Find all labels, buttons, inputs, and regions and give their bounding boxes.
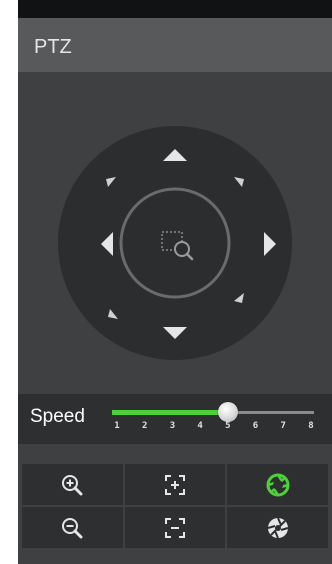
joystick-base bbox=[58, 126, 292, 360]
speed-tick: 3 bbox=[169, 421, 176, 431]
ptz-panel: PTZ Speed 1 2 3 4 5 6 7 8 bbox=[18, 0, 332, 564]
speed-tick: 8 bbox=[308, 421, 314, 431]
focus-near-icon bbox=[164, 474, 186, 496]
speed-slider[interactable]: 1 2 3 4 5 6 7 8 bbox=[112, 402, 316, 434]
panel-title: PTZ bbox=[34, 36, 72, 58]
speed-tick: 6 bbox=[252, 421, 259, 431]
panel-header: PTZ bbox=[18, 18, 332, 72]
speed-slider-fill bbox=[112, 410, 228, 415]
speed-label: Speed bbox=[30, 406, 85, 427]
zoom-out-button[interactable] bbox=[22, 507, 123, 548]
zoom-out-icon bbox=[61, 517, 83, 539]
speed-tick: 2 bbox=[141, 421, 148, 431]
iris-close-button[interactable] bbox=[227, 507, 328, 548]
speed-tick: 5 bbox=[225, 421, 231, 431]
speed-control: Speed 1 2 3 4 5 6 7 8 bbox=[18, 394, 332, 444]
focus-near-button[interactable] bbox=[124, 464, 226, 505]
ptz-joystick bbox=[58, 126, 292, 360]
iris-close-icon bbox=[267, 517, 289, 539]
top-bar bbox=[18, 0, 332, 18]
focus-far-button[interactable] bbox=[124, 507, 226, 548]
zoom-in-button[interactable] bbox=[22, 464, 123, 505]
speed-ticks: 1 2 3 4 5 6 7 8 bbox=[112, 420, 316, 432]
speed-tick: 7 bbox=[280, 421, 286, 431]
focus-far-icon bbox=[164, 517, 186, 539]
speed-slider-thumb[interactable] bbox=[217, 402, 238, 422]
speed-tick: 1 bbox=[114, 421, 120, 431]
iris-open-button[interactable] bbox=[227, 464, 328, 505]
speed-tick: 4 bbox=[197, 421, 203, 431]
zoom-in-icon bbox=[61, 474, 83, 496]
lens-controls bbox=[22, 464, 328, 548]
iris-open-icon bbox=[266, 473, 290, 497]
